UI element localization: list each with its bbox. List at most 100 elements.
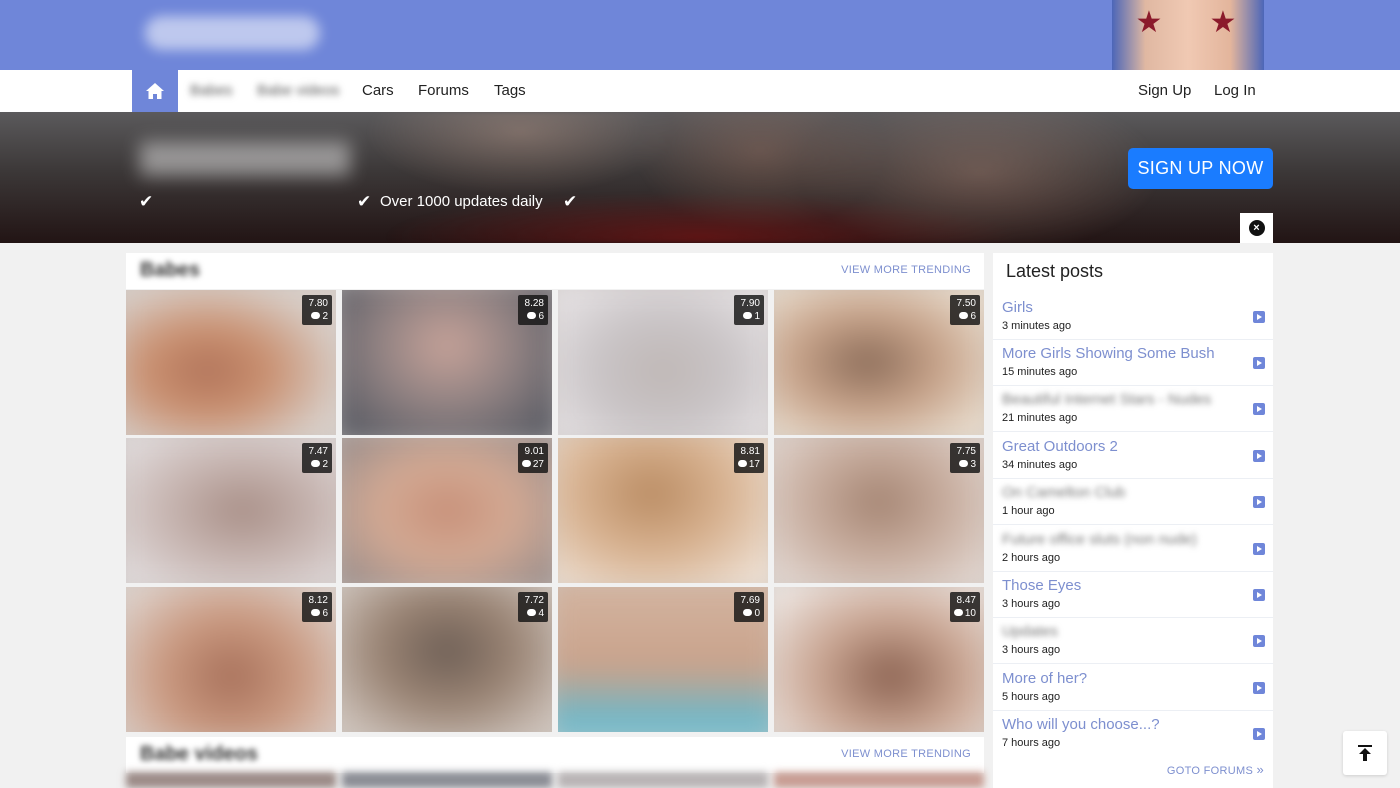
play-icon[interactable] — [1253, 403, 1265, 415]
section-header-babes: Babes VIEW MORE TRENDING — [126, 253, 984, 289]
play-icon[interactable] — [1253, 311, 1265, 323]
thumbnail-badge: 7.72 4 — [518, 592, 548, 622]
check-icon: ✔ — [357, 192, 372, 211]
thumbnail[interactable]: 8.12 6 — [126, 587, 336, 732]
play-icon[interactable] — [1253, 357, 1265, 369]
double-chevron-right-icon: » — [1256, 762, 1264, 777]
post-title[interactable]: Future office sluts (non nude) — [1002, 531, 1197, 548]
latest-post-item[interactable]: Future office sluts (non nude) 2 hours a… — [993, 526, 1273, 572]
arrow-up-to-top-icon — [1358, 745, 1372, 761]
goto-forums-link[interactable]: GOTO FORUMS » — [1167, 762, 1264, 777]
thumbnail[interactable]: 7.72 4 — [342, 587, 552, 732]
post-title[interactable]: More Girls Showing Some Bush — [1002, 345, 1215, 362]
top-advertisement[interactable]: ★ ★ — [1112, 0, 1264, 70]
thumbnail[interactable]: 9.01 27 — [342, 438, 552, 583]
play-icon[interactable] — [1253, 496, 1265, 508]
nav-item-babes[interactable]: Babes — [190, 70, 233, 112]
play-icon[interactable] — [1253, 682, 1265, 694]
section-title: Babes — [140, 259, 201, 281]
thumbnail-badge: 7.69 0 — [734, 592, 764, 622]
post-title[interactable]: Great Outdoors 2 — [1002, 438, 1118, 455]
thumbnail[interactable]: 7.75 3 — [774, 438, 984, 583]
check-icon: ✔ — [563, 192, 578, 211]
comment-icon — [311, 312, 321, 319]
thumbnail[interactable] — [126, 772, 336, 788]
latest-post-item[interactable]: Girls 3 minutes ago — [993, 294, 1273, 340]
post-time: 5 hours ago — [1002, 691, 1061, 703]
thumbnail[interactable] — [774, 772, 984, 788]
thumbnail[interactable]: 7.80 2 — [126, 290, 336, 435]
section-title: Babe videos — [140, 743, 258, 765]
sign-up-now-button[interactable]: SIGN UP NOW — [1128, 148, 1273, 189]
thumbnail-badge: 8.28 6 — [518, 295, 548, 325]
post-title[interactable]: Updates — [1002, 623, 1058, 640]
close-icon: × — [1248, 220, 1265, 236]
comment-icon — [527, 609, 537, 616]
post-title[interactable]: Who will you choose...? — [1002, 716, 1160, 733]
latest-post-item[interactable]: Who will you choose...? 7 hours ago — [993, 711, 1273, 757]
post-time: 7 hours ago — [1002, 737, 1061, 749]
thumbnail-badge: 7.90 1 — [734, 295, 764, 325]
site-logo[interactable] — [145, 16, 320, 50]
comment-icon — [743, 609, 753, 616]
post-title[interactable]: Those Eyes — [1002, 577, 1081, 594]
latest-post-item[interactable]: Beautiful Internet Stars - Nudes 21 minu… — [993, 386, 1273, 432]
view-more-trending-link[interactable]: VIEW MORE TRENDING — [841, 748, 971, 760]
log-in-link[interactable]: Log In — [1214, 70, 1256, 112]
promo-banner[interactable]: ✔ ✔ Over 1000 updates daily ✔ SIGN UP NO… — [0, 112, 1400, 243]
post-title[interactable]: On Camelton Club — [1002, 484, 1125, 501]
play-icon[interactable] — [1253, 728, 1265, 740]
thumbnail[interactable] — [558, 772, 768, 788]
play-icon[interactable] — [1253, 635, 1265, 647]
promo-feature-updates: Over 1000 updates daily — [380, 193, 543, 210]
thumbnail[interactable]: 7.69 0 — [558, 587, 768, 732]
top-banner: ★ ★ — [0, 0, 1400, 70]
post-title[interactable]: Girls — [1002, 299, 1033, 316]
thumbnail[interactable]: 7.50 6 — [774, 290, 984, 435]
thumbnail-badge: 9.01 27 — [517, 443, 548, 473]
thumbnail-badge: 7.50 6 — [950, 295, 980, 325]
nav-item-cars[interactable]: Cars — [362, 70, 394, 112]
thumbnail[interactable]: 8.28 6 — [342, 290, 552, 435]
post-time: 34 minutes ago — [1002, 459, 1078, 471]
thumbnail-badge: 8.47 10 — [949, 592, 980, 622]
section-header-babe-videos: Babe videos VIEW MORE TRENDING — [126, 737, 984, 773]
comment-icon — [953, 609, 963, 616]
sidebar-title: Latest posts — [1006, 261, 1104, 281]
latest-posts-sidebar: Latest posts Girls 3 minutes ago More Gi… — [993, 253, 1273, 788]
latest-post-item[interactable]: On Camelton Club 1 hour ago — [993, 479, 1273, 525]
latest-post-item[interactable]: Those Eyes 3 hours ago — [993, 572, 1273, 618]
thumbnail[interactable]: 7.47 2 — [126, 438, 336, 583]
back-to-top-button[interactable] — [1343, 731, 1387, 775]
latest-post-item[interactable]: More Girls Showing Some Bush 15 minutes … — [993, 340, 1273, 386]
post-title[interactable]: More of her? — [1002, 670, 1087, 687]
play-icon[interactable] — [1253, 450, 1265, 462]
latest-post-item[interactable]: Great Outdoors 2 34 minutes ago — [993, 433, 1273, 479]
thumbnail[interactable]: 8.47 10 — [774, 587, 984, 732]
comment-icon — [743, 312, 753, 319]
thumbnail[interactable] — [342, 772, 552, 788]
nav-home-button[interactable] — [132, 70, 178, 112]
latest-post-item[interactable]: More of her? 5 hours ago — [993, 665, 1273, 711]
comment-icon — [959, 460, 969, 467]
view-more-trending-link[interactable]: VIEW MORE TRENDING — [841, 264, 971, 276]
thumbnail[interactable]: 7.90 1 — [558, 290, 768, 435]
post-time: 3 hours ago — [1002, 644, 1061, 656]
comment-icon — [311, 460, 321, 467]
close-promo-button[interactable]: × — [1240, 213, 1273, 243]
post-title[interactable]: Beautiful Internet Stars - Nudes — [1002, 391, 1211, 408]
sign-up-link[interactable]: Sign Up — [1138, 70, 1191, 112]
play-icon[interactable] — [1253, 589, 1265, 601]
thumbnail[interactable]: 8.81 17 — [558, 438, 768, 583]
comment-icon — [737, 460, 747, 467]
latest-post-item[interactable]: Updates 3 hours ago — [993, 618, 1273, 664]
post-time: 3 minutes ago — [1002, 320, 1072, 332]
post-time: 2 hours ago — [1002, 552, 1061, 564]
nav-item-tags[interactable]: Tags — [494, 70, 526, 112]
play-icon[interactable] — [1253, 543, 1265, 555]
thumbnail-badge: 7.47 2 — [302, 443, 332, 473]
nav-item-forums[interactable]: Forums — [418, 70, 469, 112]
promo-headline — [140, 142, 350, 176]
comment-icon — [959, 312, 969, 319]
nav-item-babe-videos[interactable]: Babe videos — [257, 70, 340, 112]
